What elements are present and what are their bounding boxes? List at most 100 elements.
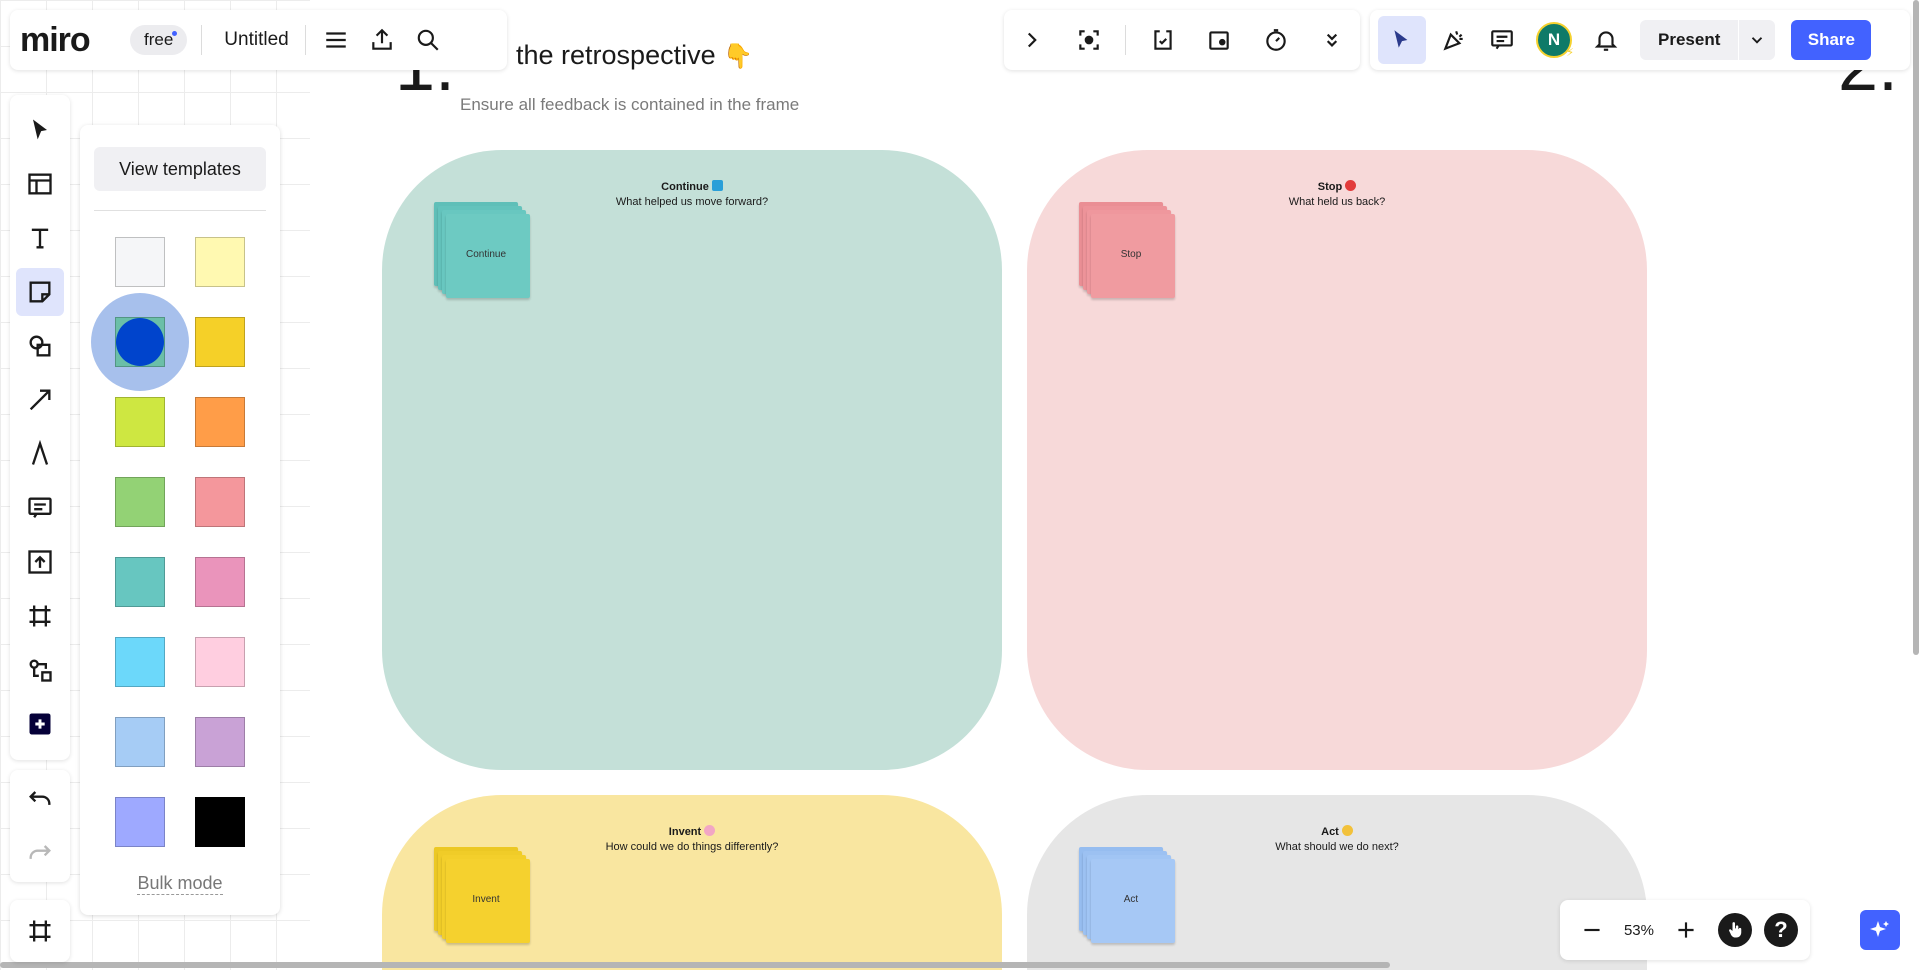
swatch-yellow[interactable] bbox=[195, 317, 245, 367]
swatch-green[interactable] bbox=[115, 477, 165, 527]
swatch-violet[interactable] bbox=[195, 717, 245, 767]
export-button[interactable] bbox=[362, 20, 402, 60]
quadrant-question: How could we do things differently? bbox=[605, 841, 779, 853]
present-dropdown-button[interactable] bbox=[1739, 31, 1775, 49]
swatch-cyan[interactable] bbox=[115, 637, 165, 687]
pen-icon bbox=[31, 440, 49, 465]
card-button[interactable] bbox=[1199, 20, 1239, 60]
upload-tool[interactable] bbox=[16, 538, 64, 586]
quadrant-title: Stop bbox=[1317, 181, 1343, 193]
vertical-scrollbar[interactable] bbox=[1913, 0, 1919, 655]
text-tool[interactable] bbox=[16, 214, 64, 262]
no-entry-icon bbox=[1345, 180, 1357, 191]
quadrant-invent[interactable]: Invent How could we do things differentl… bbox=[382, 795, 1002, 970]
quadrant-question: What held us back? bbox=[1288, 196, 1386, 208]
main-menu-button[interactable] bbox=[316, 20, 356, 60]
more-apps-tool[interactable] bbox=[16, 700, 64, 748]
connection-line-tool[interactable] bbox=[16, 376, 64, 424]
ai-assist-button[interactable] bbox=[1860, 910, 1900, 950]
quadrant-title: Invent bbox=[668, 826, 702, 838]
zoom-level[interactable]: 53% bbox=[1624, 922, 1654, 939]
swatch-gray[interactable] bbox=[115, 237, 165, 287]
undo-icon bbox=[29, 791, 51, 805]
text-icon bbox=[31, 228, 49, 249]
comment-tool[interactable] bbox=[16, 484, 64, 532]
swatch-pink[interactable] bbox=[195, 557, 245, 607]
sticky-note-icon bbox=[29, 281, 51, 303]
comments-button[interactable] bbox=[1482, 20, 1522, 60]
sticky-note-stack[interactable]: Invent bbox=[434, 847, 530, 943]
swatch-black[interactable] bbox=[195, 797, 245, 847]
shapes-tool[interactable] bbox=[16, 322, 64, 370]
board-subtitle: Ensure all feedback is contained in the … bbox=[460, 95, 800, 114]
view-templates-button[interactable]: View templates bbox=[94, 147, 266, 191]
pointing-hand-icon: 👇 bbox=[723, 43, 754, 70]
quadrant-continue[interactable]: Continue What helped us move forward? Co… bbox=[382, 150, 1002, 770]
minus-icon bbox=[1584, 928, 1600, 932]
search-button[interactable] bbox=[408, 20, 448, 60]
share-button[interactable]: Share bbox=[1791, 20, 1872, 60]
horizontal-scrollbar[interactable] bbox=[0, 962, 1390, 968]
miro-logo[interactable]: miro bbox=[20, 21, 120, 60]
swatch-light-blue[interactable] bbox=[115, 717, 165, 767]
focus-button[interactable] bbox=[1069, 20, 1109, 60]
timer-button[interactable] bbox=[1256, 20, 1296, 60]
expand-toolbar-button[interactable] bbox=[1012, 20, 1052, 60]
notifications-button[interactable] bbox=[1586, 20, 1626, 60]
select-tool[interactable] bbox=[16, 106, 64, 154]
frames-button[interactable] bbox=[16, 907, 64, 955]
swatch-orange[interactable] bbox=[195, 397, 245, 447]
sticky-note-stack[interactable]: Continue bbox=[434, 202, 530, 298]
swatch-coral[interactable] bbox=[195, 477, 245, 527]
reactions-button[interactable] bbox=[1143, 20, 1183, 60]
comment-icon bbox=[28, 497, 52, 518]
celebrate-button[interactable] bbox=[1434, 20, 1474, 60]
sparkle-icon bbox=[1870, 921, 1889, 937]
notification-dot-icon bbox=[172, 31, 178, 36]
sticky-note-stack[interactable]: Stop bbox=[1079, 202, 1175, 298]
swatch-light-pink[interactable] bbox=[195, 637, 245, 687]
swatch-teal[interactable] bbox=[115, 557, 165, 607]
redo-button[interactable] bbox=[16, 829, 64, 877]
user-avatar[interactable]: N ⚡ bbox=[1536, 22, 1574, 59]
swatch-periwinkle[interactable] bbox=[115, 797, 165, 847]
quadrant-title: Continue bbox=[661, 181, 709, 193]
quadrant-stop[interactable]: Stop What held us back? Stop bbox=[1027, 150, 1647, 770]
cursor-select-button[interactable] bbox=[1378, 16, 1426, 64]
upload-icon bbox=[371, 28, 392, 50]
more-tools-button[interactable] bbox=[1312, 20, 1352, 60]
quadrant-question: What helped us move forward? bbox=[615, 196, 769, 208]
sticky-label: Act bbox=[1123, 893, 1139, 905]
interaction-mode-button[interactable] bbox=[1717, 913, 1752, 947]
board-name[interactable]: Untitled bbox=[216, 29, 296, 51]
swatch-light-yellow[interactable] bbox=[195, 237, 245, 287]
collaboration-bar: N ⚡ Present Share bbox=[1370, 10, 1910, 70]
frame-tool[interactable] bbox=[16, 592, 64, 640]
help-button[interactable]: ? bbox=[1763, 913, 1798, 947]
bulk-mode-link[interactable]: Bulk mode bbox=[80, 873, 280, 895]
hamburger-icon bbox=[325, 32, 346, 48]
pen-tool[interactable] bbox=[16, 430, 64, 478]
focus-icon bbox=[1078, 30, 1099, 50]
lightning-icon: ⚡ bbox=[1566, 47, 1574, 59]
frame-icon bbox=[29, 920, 51, 942]
bell-icon bbox=[1594, 31, 1618, 51]
search-icon bbox=[417, 29, 439, 51]
quadrant-act[interactable]: Act What should we do next? Act bbox=[1027, 795, 1647, 970]
diagramming-tool[interactable] bbox=[16, 646, 64, 694]
present-button[interactable]: Present bbox=[1640, 20, 1776, 60]
zoom-out-button[interactable] bbox=[1572, 910, 1612, 950]
shapes-icon bbox=[29, 335, 51, 357]
plan-badge[interactable]: free bbox=[130, 25, 188, 55]
zoom-in-button[interactable] bbox=[1666, 910, 1706, 950]
undo-button[interactable] bbox=[16, 775, 64, 823]
sticky-note-stack[interactable]: Act bbox=[1079, 847, 1175, 943]
sticky-label: Invent bbox=[472, 893, 500, 905]
frame-icon bbox=[29, 605, 51, 627]
templates-tool[interactable] bbox=[16, 160, 64, 208]
chevron-down-icon bbox=[1752, 37, 1763, 44]
sticky-note-tool[interactable] bbox=[16, 268, 64, 316]
plus-icon bbox=[1678, 922, 1694, 938]
swatch-dark-blue-selected[interactable] bbox=[116, 318, 164, 366]
swatch-lime[interactable] bbox=[115, 397, 165, 447]
